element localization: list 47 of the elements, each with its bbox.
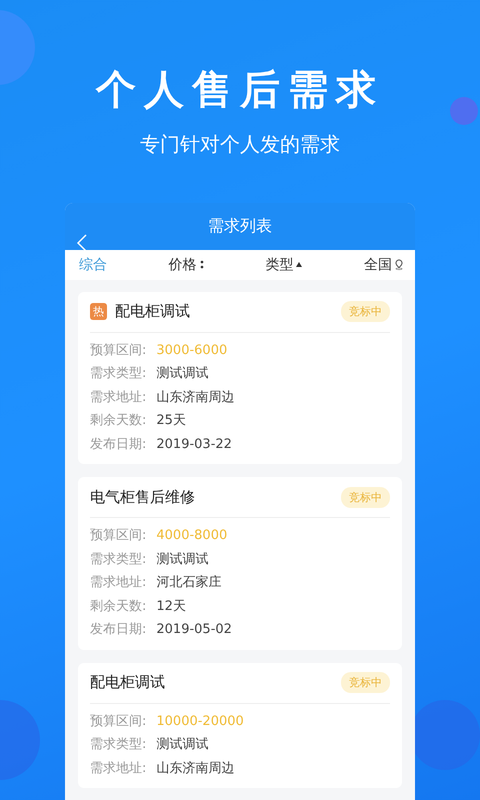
field-label: 剩余天数:: [90, 412, 146, 430]
demand-card[interactable]: 热 配电柜调试 竞标中 预算区间: 3000-6000 需求类型: 测试调试 需求地址: 山东济南周边 剩余天数: 25天 发布日期: 2019-03-22: [78, 292, 402, 464]
sort-icon: [200, 260, 204, 269]
hero-title: 个人售后需求: [96, 66, 384, 115]
field-label: 需求类型:: [90, 550, 146, 568]
triangle-icon: [296, 262, 302, 267]
demand-title: 配电柜调试: [90, 673, 166, 692]
field-label: 预算区间:: [90, 712, 146, 730]
field-label: 剩余天数:: [90, 598, 146, 616]
filter-tab[interactable]: 类型: [265, 256, 302, 274]
hot-tag: 热: [90, 303, 107, 320]
demand-card[interactable]: 配电柜调试 竞标中 预算区间: 10000-20000 需求类型: 测试调试 需求地址: 山东济南周边: [78, 662, 402, 788]
field-value: 4000-8000: [156, 527, 228, 545]
field-value: 测试调试: [156, 550, 208, 568]
field-value: 河北石家庄: [156, 574, 222, 592]
field-label: 发布日期:: [90, 621, 146, 639]
field-label: 发布日期:: [90, 436, 146, 454]
demand-card[interactable]: 电气柜售后维修 竞标中 预算区间: 4000-8000 需求类型: 测试调试 需求地址: 河北石家庄 剩余天数: 12天 发布日期: 2019-05-02: [78, 477, 402, 650]
status-label: 竞标中: [341, 301, 390, 322]
decorative-circle: [450, 97, 478, 125]
field-value: 山东济南周边: [156, 760, 234, 778]
hero-subtitle: 专门针对个人发的需求: [140, 131, 340, 158]
field-label: 预算区间:: [90, 527, 146, 545]
field-value: 2019-03-22: [156, 436, 232, 454]
demand-title: 配电柜调试: [115, 302, 191, 321]
back-icon[interactable]: [77, 234, 87, 252]
filter-tab[interactable]: 全国: [364, 256, 403, 274]
field-label: 需求地址:: [90, 760, 146, 778]
field-label: 预算区间:: [90, 342, 146, 360]
field-value: 2019-05-02: [156, 621, 232, 639]
field-value: 测试调试: [156, 736, 208, 754]
filter-tab[interactable]: 价格: [168, 256, 204, 274]
status-label: 竞标中: [341, 672, 390, 693]
field-value: 3000-6000: [156, 342, 228, 360]
field-value: 10000-20000: [156, 712, 244, 730]
field-value: 25天: [156, 412, 186, 430]
field-label: 需求地址:: [90, 574, 146, 592]
field-value: 山东济南周边: [156, 388, 234, 406]
location-pin-icon: [394, 259, 403, 270]
demand-title: 电气柜售后维修: [90, 488, 196, 506]
status-label: 竞标中: [341, 486, 390, 508]
field-value: 测试调试: [156, 365, 208, 383]
field-label: 需求地址:: [90, 388, 146, 406]
field-label: 需求类型:: [90, 736, 146, 754]
field-value: 12天: [156, 598, 186, 616]
field-label: 需求类型:: [90, 365, 146, 383]
nav-title: 需求列表: [208, 216, 272, 237]
